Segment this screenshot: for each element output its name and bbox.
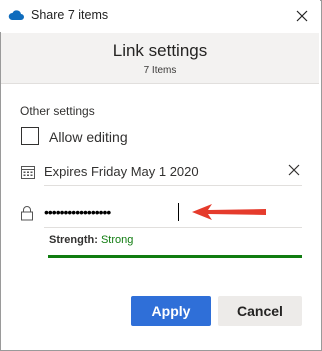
cancel-button[interactable]: Cancel bbox=[218, 296, 302, 326]
red-arrow-icon bbox=[192, 204, 266, 220]
strength-meter-fill bbox=[48, 255, 302, 258]
allow-editing-checkbox[interactable] bbox=[21, 127, 39, 145]
window-title: Share 7 items bbox=[31, 8, 109, 22]
text-caret bbox=[178, 203, 179, 221]
item-count: 7 Items bbox=[143, 65, 177, 76]
section-label: Other settings bbox=[20, 104, 95, 118]
calendar-icon bbox=[21, 166, 35, 179]
password-strength: Strength: Strong bbox=[49, 234, 133, 246]
page-title: Link settings bbox=[112, 41, 208, 60]
expiry-date-field[interactable]: Expires Friday May 1 2020 bbox=[44, 164, 199, 179]
lock-icon bbox=[21, 206, 33, 221]
strength-value: Strong bbox=[100, 234, 134, 246]
title-bar: Share 7 items bbox=[0, 0, 320, 32]
close-icon bbox=[296, 10, 308, 22]
strength-meter bbox=[48, 255, 302, 258]
window-close-button[interactable] bbox=[290, 4, 314, 28]
onedrive-cloud-icon bbox=[8, 10, 24, 20]
close-icon bbox=[288, 164, 300, 176]
clear-expiry-button[interactable] bbox=[283, 159, 305, 181]
allow-editing-label[interactable]: Allow editing bbox=[49, 129, 128, 145]
password-input[interactable]: ••••••••••••••••• bbox=[44, 201, 194, 223]
divider bbox=[44, 227, 302, 228]
apply-button[interactable]: Apply bbox=[131, 296, 211, 326]
divider bbox=[44, 185, 302, 186]
dialog-header: Link settings 7 Items bbox=[1, 33, 319, 84]
strength-label: Strength: bbox=[49, 234, 98, 246]
